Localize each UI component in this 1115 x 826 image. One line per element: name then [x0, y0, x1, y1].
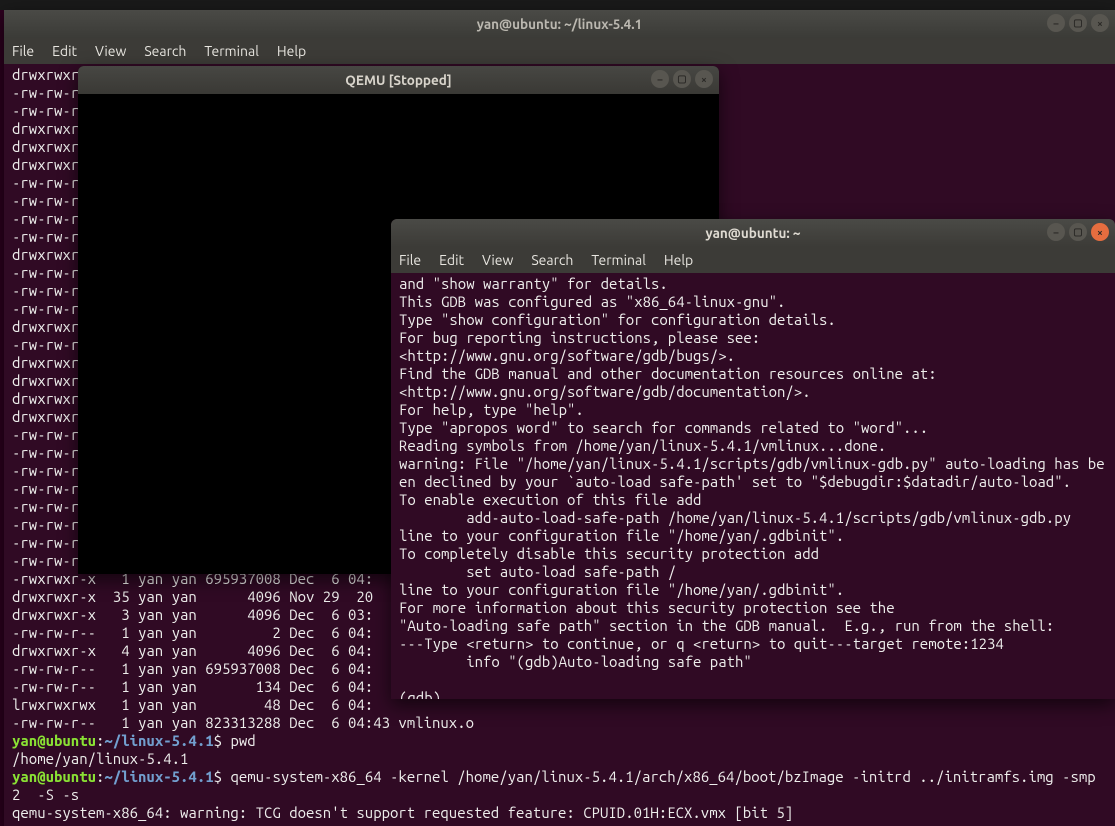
menu-file[interactable]: File [12, 43, 34, 59]
main-terminal-title: yan@ubuntu: ~/linux-5.4.1 [477, 16, 642, 32]
minimize-icon[interactable]: – [1047, 223, 1065, 241]
menu-file[interactable]: File [399, 252, 421, 268]
main-terminal-menubar[interactable]: File Edit View Search Terminal Help [4, 38, 1115, 64]
qemu-title: QEMU [Stopped] [345, 72, 451, 88]
desktop-topbar [0, 0, 1115, 10]
gdb-terminal-titlebar[interactable]: yan@ubuntu: ~ – ▢ × [391, 219, 1115, 247]
menu-edit[interactable]: Edit [52, 43, 77, 59]
menu-help[interactable]: Help [664, 252, 693, 268]
minimize-icon[interactable]: – [651, 70, 669, 88]
menu-edit[interactable]: Edit [439, 252, 464, 268]
close-icon[interactable]: × [695, 70, 713, 88]
menu-view[interactable]: View [95, 43, 126, 59]
menu-help[interactable]: Help [277, 43, 306, 59]
maximize-icon[interactable]: ▢ [673, 70, 691, 88]
menu-terminal[interactable]: Terminal [204, 43, 259, 59]
gdb-terminal-window[interactable]: yan@ubuntu: ~ – ▢ × File Edit View Searc… [391, 219, 1115, 699]
gdb-terminal-title: yan@ubuntu: ~ [706, 225, 801, 241]
main-terminal-titlebar[interactable]: yan@ubuntu: ~/linux-5.4.1 – ▢ × [4, 10, 1115, 38]
maximize-icon[interactable]: ▢ [1069, 223, 1087, 241]
gdb-terminal-output[interactable]: and "show warranty" for details. This GD… [391, 273, 1115, 699]
close-icon[interactable]: × [1091, 14, 1109, 32]
qemu-titlebar[interactable]: QEMU [Stopped] – ▢ × [78, 66, 719, 94]
menu-search[interactable]: Search [531, 252, 573, 268]
menu-view[interactable]: View [482, 252, 513, 268]
close-icon[interactable]: × [1091, 223, 1109, 241]
menu-terminal[interactable]: Terminal [591, 252, 646, 268]
gdb-terminal-menubar[interactable]: File Edit View Search Terminal Help [391, 247, 1115, 273]
maximize-icon[interactable]: ▢ [1069, 14, 1087, 32]
minimize-icon[interactable]: – [1047, 14, 1065, 32]
menu-search[interactable]: Search [144, 43, 186, 59]
